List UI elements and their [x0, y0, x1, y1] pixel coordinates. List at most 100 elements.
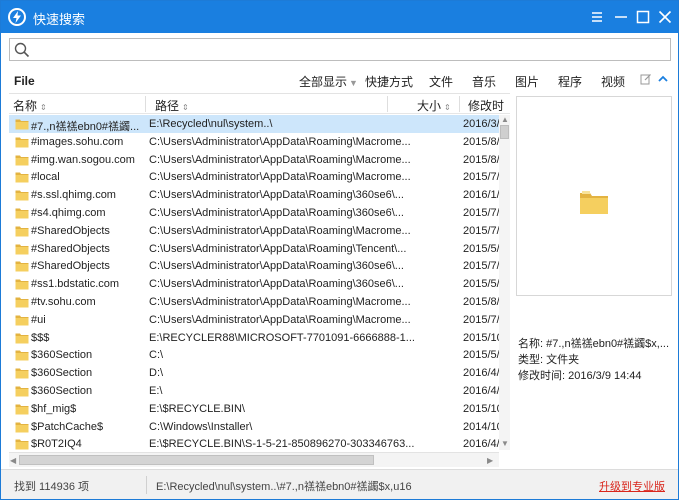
row-path: C:\Users\Administrator\AppData\Roaming\3…: [149, 207, 404, 219]
scroll-up-icon[interactable]: ▲: [501, 115, 509, 124]
edit-icon[interactable]: [640, 73, 652, 88]
preview-mtime: 修改时间: 2016/3/9 14:44: [518, 367, 642, 383]
row-path: C:\Users\Administrator\AppData\Roaming\T…: [149, 242, 407, 255]
table-row[interactable]: #s4.qhimg.com C:\Users\Administrator\AppD…: [9, 204, 499, 222]
table-row[interactable]: #SharedObjects C:\Users\Administrator\App…: [9, 257, 499, 275]
status-divider: [146, 476, 147, 494]
row-date: 2016/3/: [463, 118, 499, 130]
minimize-icon[interactable]: [611, 7, 631, 27]
scroll-left-icon[interactable]: ◀: [10, 456, 16, 465]
table-row[interactable]: $360Section D:\ 2016/4/: [9, 364, 499, 382]
folder-icon: [15, 332, 29, 344]
preview-name-label: 名称:: [518, 338, 544, 350]
folder-icon: [15, 349, 29, 361]
row-name: $hf_mig$: [31, 402, 77, 415]
table-row[interactable]: #ui C:\Users\Administrator\AppData\Roamin…: [9, 311, 499, 329]
column-divider[interactable]: [459, 96, 460, 112]
table-row[interactable]: $360Section C:\ 2015/5/: [9, 346, 499, 364]
maximize-icon[interactable]: [633, 7, 653, 27]
search-box[interactable]: [9, 38, 671, 61]
table-row[interactable]: #tv.sohu.com C:\Users\Administrator\AppDa…: [9, 293, 499, 311]
tab-all-dropdown-icon: ▼: [349, 78, 358, 88]
tab-programs[interactable]: 程序: [558, 73, 582, 90]
folder-icon: [15, 207, 29, 219]
folder-icon: [15, 189, 29, 201]
preview-type-value: 文件夹: [546, 354, 580, 366]
row-date: 2015/7/: [463, 260, 499, 273]
row-name: #ui: [31, 313, 46, 326]
table-row[interactable]: #s.ssl.qhimg.com C:\Users\Administrator\A…: [9, 186, 499, 204]
preview-mtime-value: 2016/3/9 14:44: [568, 370, 642, 382]
row-date: 2015/8/: [463, 153, 499, 166]
table-row[interactable]: #images.sohu.com C:\Users\Administrator\A…: [9, 133, 499, 151]
row-path: C:\: [149, 349, 164, 362]
results-list: 名称 ⇕ 路径 ⇕ 大小 ⇕ 修改时 #7.,n禚禚ebn0#禚蠲... E:\Recy…: [9, 93, 510, 468]
column-name[interactable]: 名称 ⇕: [13, 97, 47, 114]
tab-videos[interactable]: 视频: [601, 73, 625, 90]
table-row[interactable]: #SharedObjects C:\Users\Administrator\App…: [9, 222, 499, 240]
preview-name-value: #7.,n禚禚ebn0#禚蠲$x,...: [546, 338, 670, 350]
result-count: 找到 114936 项: [14, 481, 90, 493]
close-icon[interactable]: [655, 7, 675, 27]
table-row[interactable]: $hf_mig$ E:\$RECYCLE.BIN\ 2015/10: [9, 400, 499, 418]
vertical-scrollbar[interactable]: ▲ ▼: [499, 115, 510, 450]
row-date: 2015/5/: [463, 242, 499, 255]
folder-icon: [15, 136, 29, 148]
horizontal-scrollbar[interactable]: ◀ ▶: [9, 452, 499, 467]
folder-icon: [15, 260, 29, 272]
row-path: E:\$RECYCLE.BIN\S-1-5-21-850896270-30334…: [149, 438, 415, 450]
scroll-down-icon[interactable]: ▼: [501, 439, 509, 448]
app-bolt-icon: [8, 8, 26, 26]
search-input[interactable]: [36, 41, 666, 58]
status-path: E:\Recycled\nul\system..\#7.,n禚禚ebn0#禚蠲$…: [156, 481, 412, 493]
tab-music[interactable]: 音乐: [472, 73, 496, 90]
tab-files[interactable]: 文件: [429, 73, 453, 90]
tab-shortcuts[interactable]: 快捷方式: [365, 73, 413, 90]
column-size[interactable]: 大小 ⇕: [417, 97, 451, 114]
row-path: C:\Users\Administrator\AppData\Roaming\3…: [149, 278, 404, 291]
row-path: C:\Windows\Installer\: [149, 420, 253, 433]
row-date: 2016/4/: [463, 385, 499, 397]
table-row[interactable]: #ss1.bdstatic.com C:\Users\Administrator\…: [9, 275, 499, 293]
column-size-label: 大小: [417, 99, 442, 113]
table-row[interactable]: $360Section E:\ 2016/4/: [9, 382, 499, 400]
tab-images[interactable]: 图片: [515, 73, 539, 90]
row-date: 2015/7/: [463, 313, 499, 326]
column-date[interactable]: 修改时: [468, 97, 504, 114]
collapse-up-icon[interactable]: [657, 73, 669, 88]
folder-icon: [15, 367, 29, 379]
table-row[interactable]: #SharedObjects C:\Users\Administrator\App…: [9, 240, 499, 258]
row-name: #7.,n禚禚ebn0#禚蠲...: [31, 121, 140, 133]
tab-all-label: 全部显示: [299, 75, 348, 89]
table-row[interactable]: #img.wan.sogou.com C:\Users\Administrator…: [9, 151, 499, 169]
app-window: 快速搜索 File 全部显示 ▼ 快捷方式 文件 音乐 图片 程序 视频 名称 …: [0, 0, 679, 500]
row-date: 2015/8/: [463, 296, 499, 308]
row-path: C:\Users\Administrator\AppData\Roaming\M…: [149, 296, 411, 308]
file-label: File: [14, 74, 35, 88]
title-bar[interactable]: 快速搜索: [1, 1, 678, 33]
table-row[interactable]: $PatchCache$ C:\Windows\Installer\ 2014/10: [9, 418, 499, 436]
status-bar: 找到 114936 项 E:\Recycled\nul\system..\#7.…: [1, 469, 678, 499]
column-path-label: 路径: [155, 99, 180, 113]
row-date: 2015/5/: [463, 349, 499, 362]
table-row[interactable]: $$$ E:\RECYCLER88\MICROSOFT-7701091-66668…: [9, 329, 499, 347]
table-row[interactable]: #local C:\Users\Administrator\AppData\Roa…: [9, 168, 499, 186]
table-row[interactable]: $R0T2IQ4 E:\$RECYCLE.BIN\S-1-5-21-8508962…: [9, 435, 499, 450]
vertical-scroll-thumb[interactable]: [500, 125, 509, 139]
upgrade-link[interactable]: 升级到专业版: [599, 478, 665, 494]
row-name: #ss1.bdstatic.com: [31, 278, 120, 291]
row-date: 2016/4/: [463, 367, 499, 380]
column-divider[interactable]: [145, 96, 146, 112]
folder-icon: [15, 278, 29, 290]
column-header: 名称 ⇕ 路径 ⇕ 大小 ⇕ 修改时: [9, 94, 510, 114]
column-divider[interactable]: [387, 96, 388, 112]
preview-mtime-label: 修改时间:: [518, 370, 566, 382]
menu-icon[interactable]: [587, 7, 607, 27]
horizontal-scroll-thumb[interactable]: [19, 455, 374, 465]
row-path: C:\Users\Administrator\AppData\Roaming\M…: [149, 135, 411, 148]
column-name-label: 名称: [13, 99, 38, 113]
row-path: C:\Users\Administrator\AppData\Roaming\M…: [149, 224, 411, 237]
table-row[interactable]: #7.,n禚禚ebn0#禚蠲... E:\Recycled\nul\system.…: [9, 115, 499, 133]
column-path[interactable]: 路径 ⇕: [155, 97, 189, 114]
scroll-right-icon[interactable]: ▶: [487, 456, 493, 465]
